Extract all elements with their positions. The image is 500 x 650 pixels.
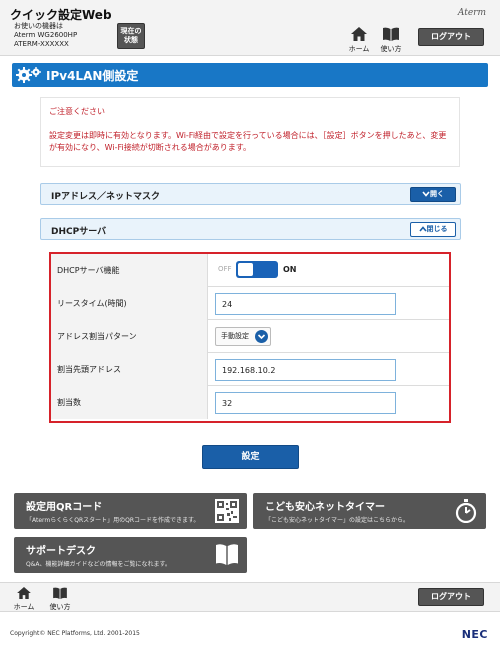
qr-code-card[interactable]: 設定用QRコード 「AtermらくらくQRスタート」用のQRコードを作成できます…	[14, 493, 247, 529]
timer-card-desc: 「こども安心ネットタイマー」の設定はこちらから。	[265, 517, 410, 524]
stopwatch-icon	[455, 499, 477, 523]
table-row: 割当先頭アドレス	[51, 353, 449, 386]
chevron-down-icon	[422, 191, 430, 197]
footer-help-nav[interactable]: 使い方	[46, 587, 74, 612]
brand-logo: Aterm	[457, 8, 486, 18]
assignment-pattern-label: アドレス割当パターン	[51, 320, 208, 353]
chevron-down-icon	[255, 330, 268, 343]
support-desk-card[interactable]: サポートデスク Q&A、機能詳細ガイドなどの情報をご覧になれます。	[14, 537, 247, 573]
qr-card-desc: 「AtermらくらくQRスタート」用のQRコードを作成できます。	[26, 517, 200, 524]
book-icon	[383, 27, 399, 41]
toggle-knob	[238, 263, 253, 276]
copyright: Copyright© NEC Platforms, Ltd. 2001-2015	[10, 630, 140, 637]
toggle-off-label: OFF	[218, 265, 232, 273]
table-row: DHCPサーバ機能 OFF ON	[51, 254, 449, 287]
support-card-desc: Q&A、機能詳細ガイドなどの情報をご覧になれます。	[26, 561, 171, 568]
assignment-count-label: 割当数	[51, 386, 208, 419]
help-label: 使い方	[380, 45, 402, 53]
footer-help-label: 使い方	[49, 603, 71, 611]
accordion-ip-mask-label: IPアドレス／ネットマスク	[51, 192, 160, 202]
logout-button[interactable]: ログアウト	[418, 28, 484, 46]
home-icon	[17, 587, 31, 599]
lease-time-input[interactable]	[215, 293, 396, 315]
table-row: アドレス割当パターン 手動設定	[51, 320, 449, 353]
header: クイック設定Web お使いの機器は Aterm WG2600HP ATERM-X…	[0, 0, 500, 56]
home-nav[interactable]: ホーム	[345, 27, 373, 54]
device-id: ATERM-XXXXXX	[14, 40, 69, 48]
notice-heading: ご注意ください	[49, 107, 105, 116]
gear-icon	[16, 67, 41, 83]
qr-card-title: 設定用QRコード	[26, 502, 103, 513]
footer-logout-button[interactable]: ログアウト	[418, 588, 484, 606]
accordion-dhcp[interactable]: DHCPサーバ 閉じる	[40, 218, 461, 240]
table-row: 割当数	[51, 386, 449, 419]
dhcp-settings-table: DHCPサーバ機能 OFF ON リースタイム(時間) アドレス割当パターン 手…	[49, 252, 451, 423]
accordion-ip-mask[interactable]: IPアドレス／ネットマスク 開く	[40, 183, 461, 205]
footer-home-label: ホーム	[13, 603, 35, 611]
footer-home-nav[interactable]: ホーム	[10, 587, 38, 612]
start-address-input[interactable]	[215, 359, 396, 381]
chevron-up-icon	[418, 226, 427, 232]
current-status-button[interactable]: 現在の 状態	[117, 23, 145, 49]
lease-time-label: リースタイム(時間)	[51, 287, 208, 320]
home-label: ホーム	[348, 45, 370, 53]
page-title: IPv4LAN側設定	[46, 69, 139, 83]
help-nav[interactable]: 使い方	[377, 27, 405, 54]
device-label: お使いの機器は	[14, 22, 63, 30]
accordion-dhcp-label: DHCPサーバ	[51, 227, 107, 237]
nec-logo: NEC	[461, 628, 488, 641]
assignment-pattern-select[interactable]: 手動設定	[215, 327, 271, 346]
notice-box: ご注意ください 設定変更は即時に有効となります。Wi-Fi経由で設定を行っている…	[40, 97, 460, 167]
open-button[interactable]: 開く	[410, 187, 456, 202]
dhcp-server-function-label: DHCPサーバ機能	[51, 254, 208, 287]
assignment-count-input[interactable]	[215, 392, 396, 414]
page-title-bar: IPv4LAN側設定	[12, 63, 488, 87]
submit-button[interactable]: 設定	[202, 445, 299, 469]
app-title: クイック設定Web	[10, 8, 112, 22]
device-info: お使いの機器は Aterm WG2600HP ATERM-XXXXXX	[14, 22, 77, 49]
book-icon	[216, 544, 238, 565]
device-model: Aterm WG2600HP	[14, 31, 78, 39]
table-row: リースタイム(時間)	[51, 287, 449, 320]
timer-card-title: こども安心ネットタイマー	[265, 502, 385, 513]
notice-body: 設定変更は即時に有効となります。Wi-Fi経由で設定を行っている場合には、［設定…	[49, 131, 447, 152]
support-card-title: サポートデスク	[26, 546, 96, 557]
book-icon	[53, 587, 67, 599]
qr-code-icon	[215, 499, 239, 523]
dhcp-server-toggle[interactable]	[236, 261, 278, 278]
home-icon	[351, 27, 367, 41]
kids-net-timer-card[interactable]: こども安心ネットタイマー 「こども安心ネットタイマー」の設定はこちらから。	[253, 493, 486, 529]
footer-nav: ホーム 使い方 ログアウト	[0, 582, 500, 612]
start-address-label: 割当先頭アドレス	[51, 353, 208, 386]
close-button[interactable]: 閉じる	[410, 222, 456, 237]
toggle-on-label: ON	[283, 265, 297, 274]
